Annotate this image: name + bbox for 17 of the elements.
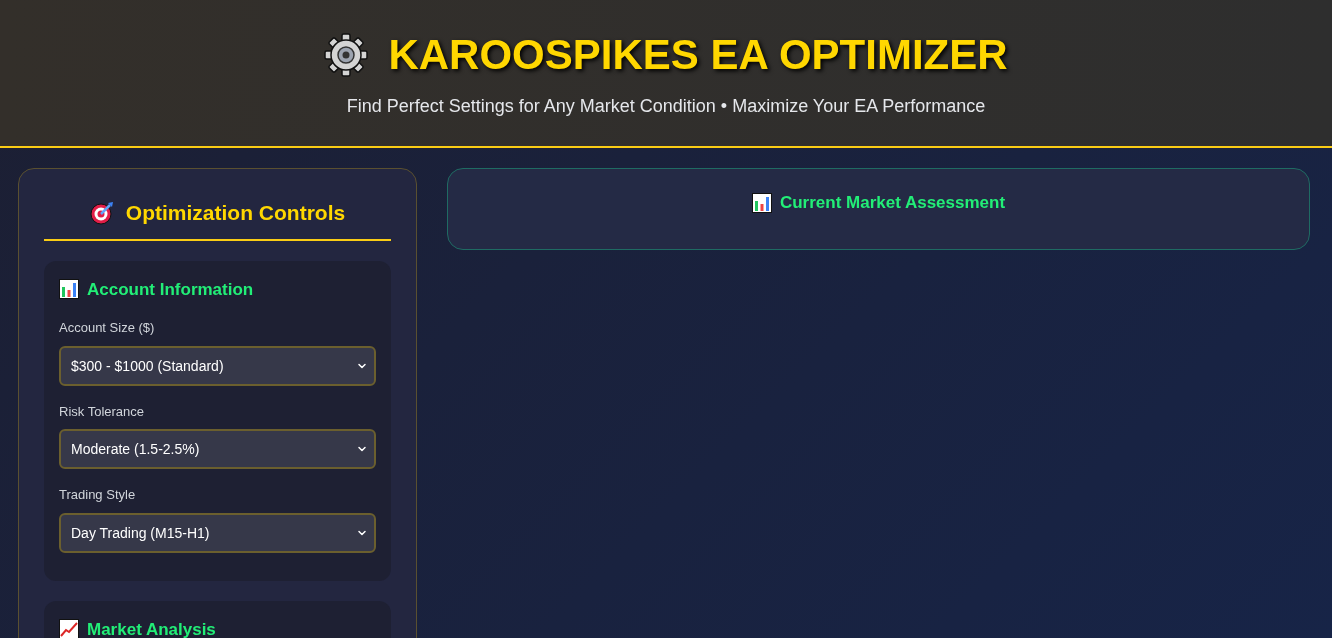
gear-icon: [324, 33, 369, 77]
field-label: Account Size ($): [59, 319, 156, 337]
bar-chart-icon: [751, 193, 772, 213]
app-title: KAROOSPIKES EA OPTIMIZER: [388, 34, 1008, 76]
dropdown[interactable]: $300 - $1000 (Standard): [59, 345, 376, 386]
bar-chart-icon: [59, 279, 79, 300]
field-label: Risk Tolerance: [59, 402, 146, 421]
line-chart-icon: [59, 619, 79, 638]
target-icon: [89, 200, 114, 225]
section-title: Account Information: [87, 278, 254, 301]
field-label: Trading Style: [59, 486, 137, 504]
panel-title: Optimization Controls: [125, 200, 346, 226]
assessment-title: Current Market Assessment: [779, 192, 1006, 215]
dropdown[interactable]: Day Trading (M15-H1): [59, 512, 376, 553]
subtitle: Find Perfect Settings for Any Market Condition • Maximize Your EA Performance: [346, 95, 986, 118]
section-title: Market Analysis: [87, 618, 216, 638]
dropdown[interactable]: Moderate (1.5-2.5%): [59, 429, 376, 469]
